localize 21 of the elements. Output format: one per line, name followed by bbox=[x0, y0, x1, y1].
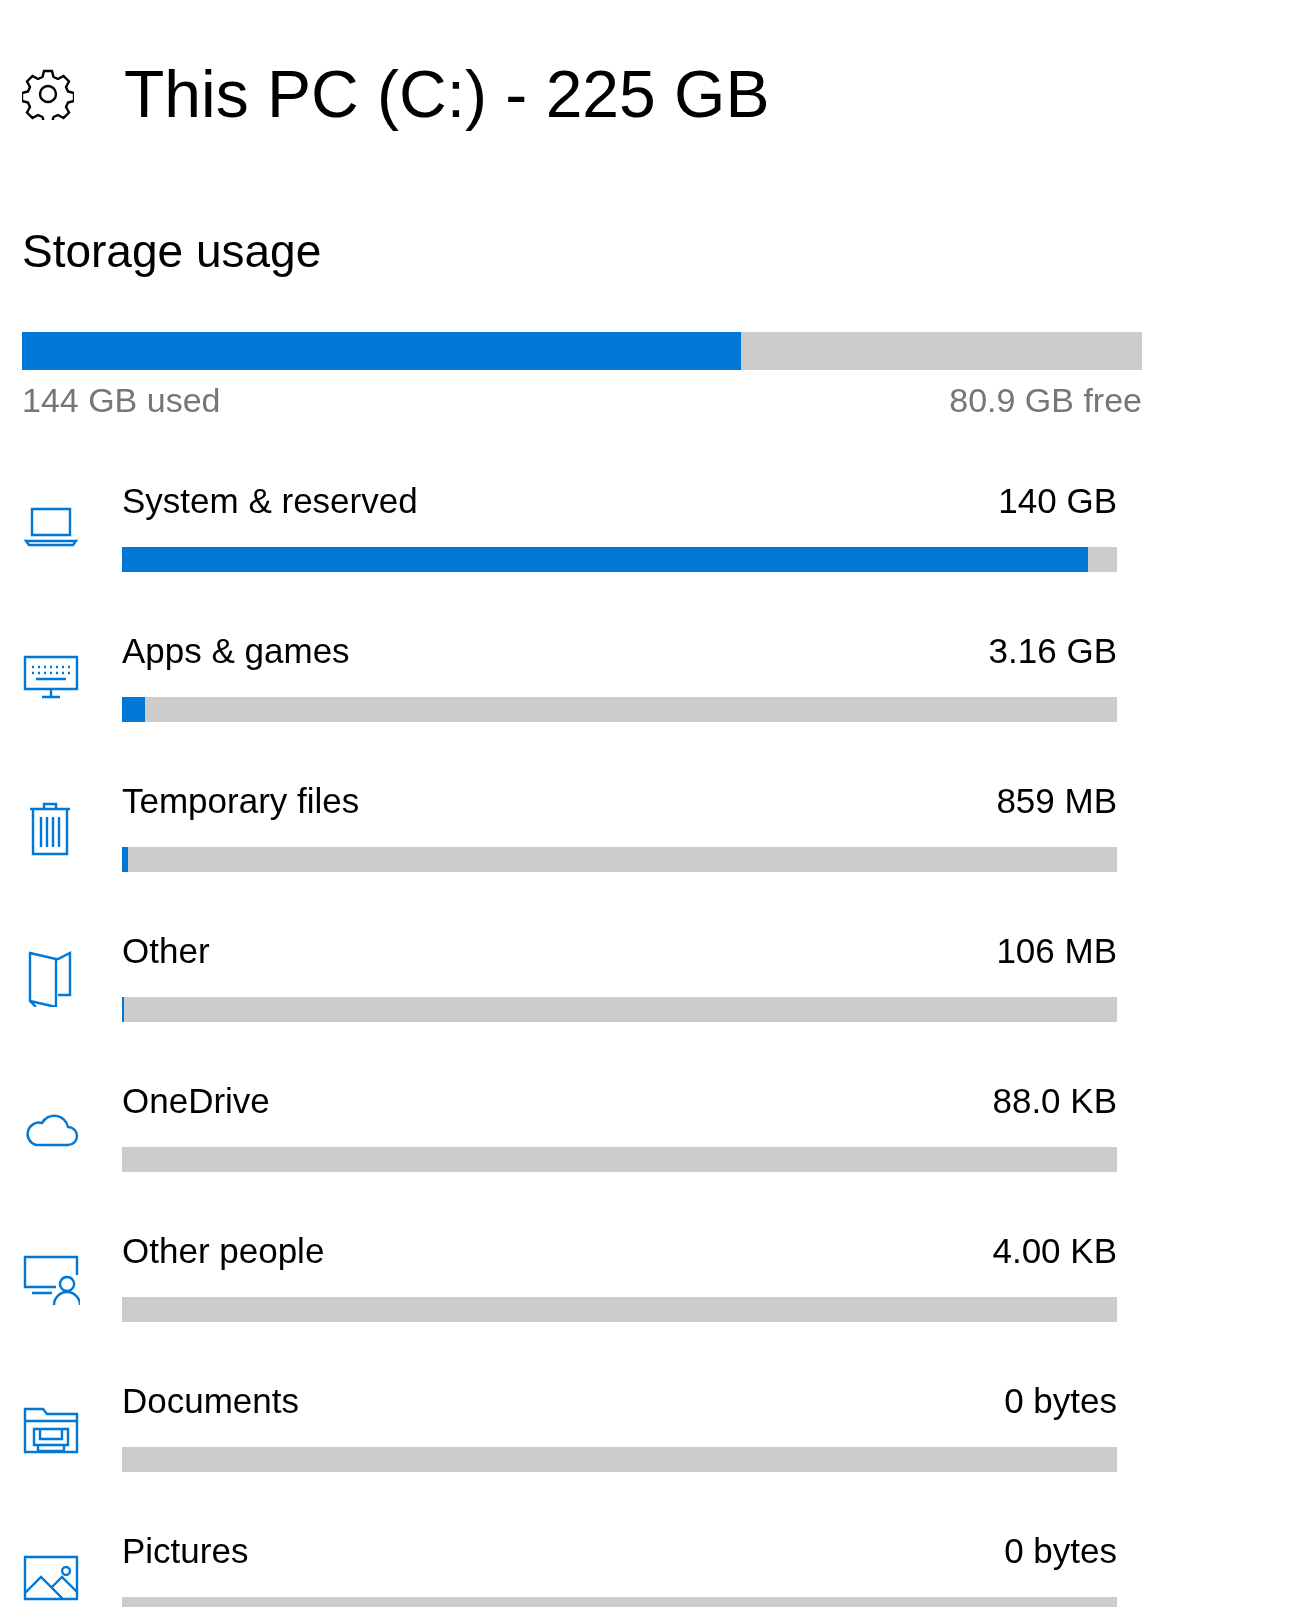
category-label[interactable]: Temporary files bbox=[122, 779, 360, 823]
category-size: 3.16 GB bbox=[988, 630, 1117, 672]
category-label[interactable]: Documents bbox=[122, 1379, 300, 1423]
category-label[interactable]: Other bbox=[122, 929, 210, 973]
category-size: 0 bytes bbox=[1004, 1380, 1117, 1422]
category-size: 4.00 KB bbox=[992, 1230, 1117, 1272]
free-label: 80.9 GB free bbox=[949, 380, 1142, 421]
category-label[interactable]: OneDrive bbox=[122, 1079, 270, 1123]
used-label: 144 GB used bbox=[22, 380, 221, 421]
category-label[interactable]: Other people bbox=[122, 1229, 325, 1273]
category-label[interactable]: Apps & games bbox=[122, 629, 350, 673]
category-size: 88.0 KB bbox=[992, 1080, 1117, 1122]
settings-icon[interactable] bbox=[22, 68, 74, 120]
section-heading: Storage usage bbox=[22, 224, 322, 279]
category-size: 106 MB bbox=[996, 930, 1117, 972]
category-size: 0 bytes bbox=[1004, 1530, 1117, 1572]
category-size: 140 GB bbox=[998, 480, 1117, 522]
category-label[interactable]: System & reserved bbox=[122, 479, 418, 523]
category-label[interactable]: Pictures bbox=[122, 1529, 249, 1573]
category-size: 859 MB bbox=[996, 780, 1117, 822]
page-title: This PC (C:) - 225 GB bbox=[124, 56, 770, 133]
